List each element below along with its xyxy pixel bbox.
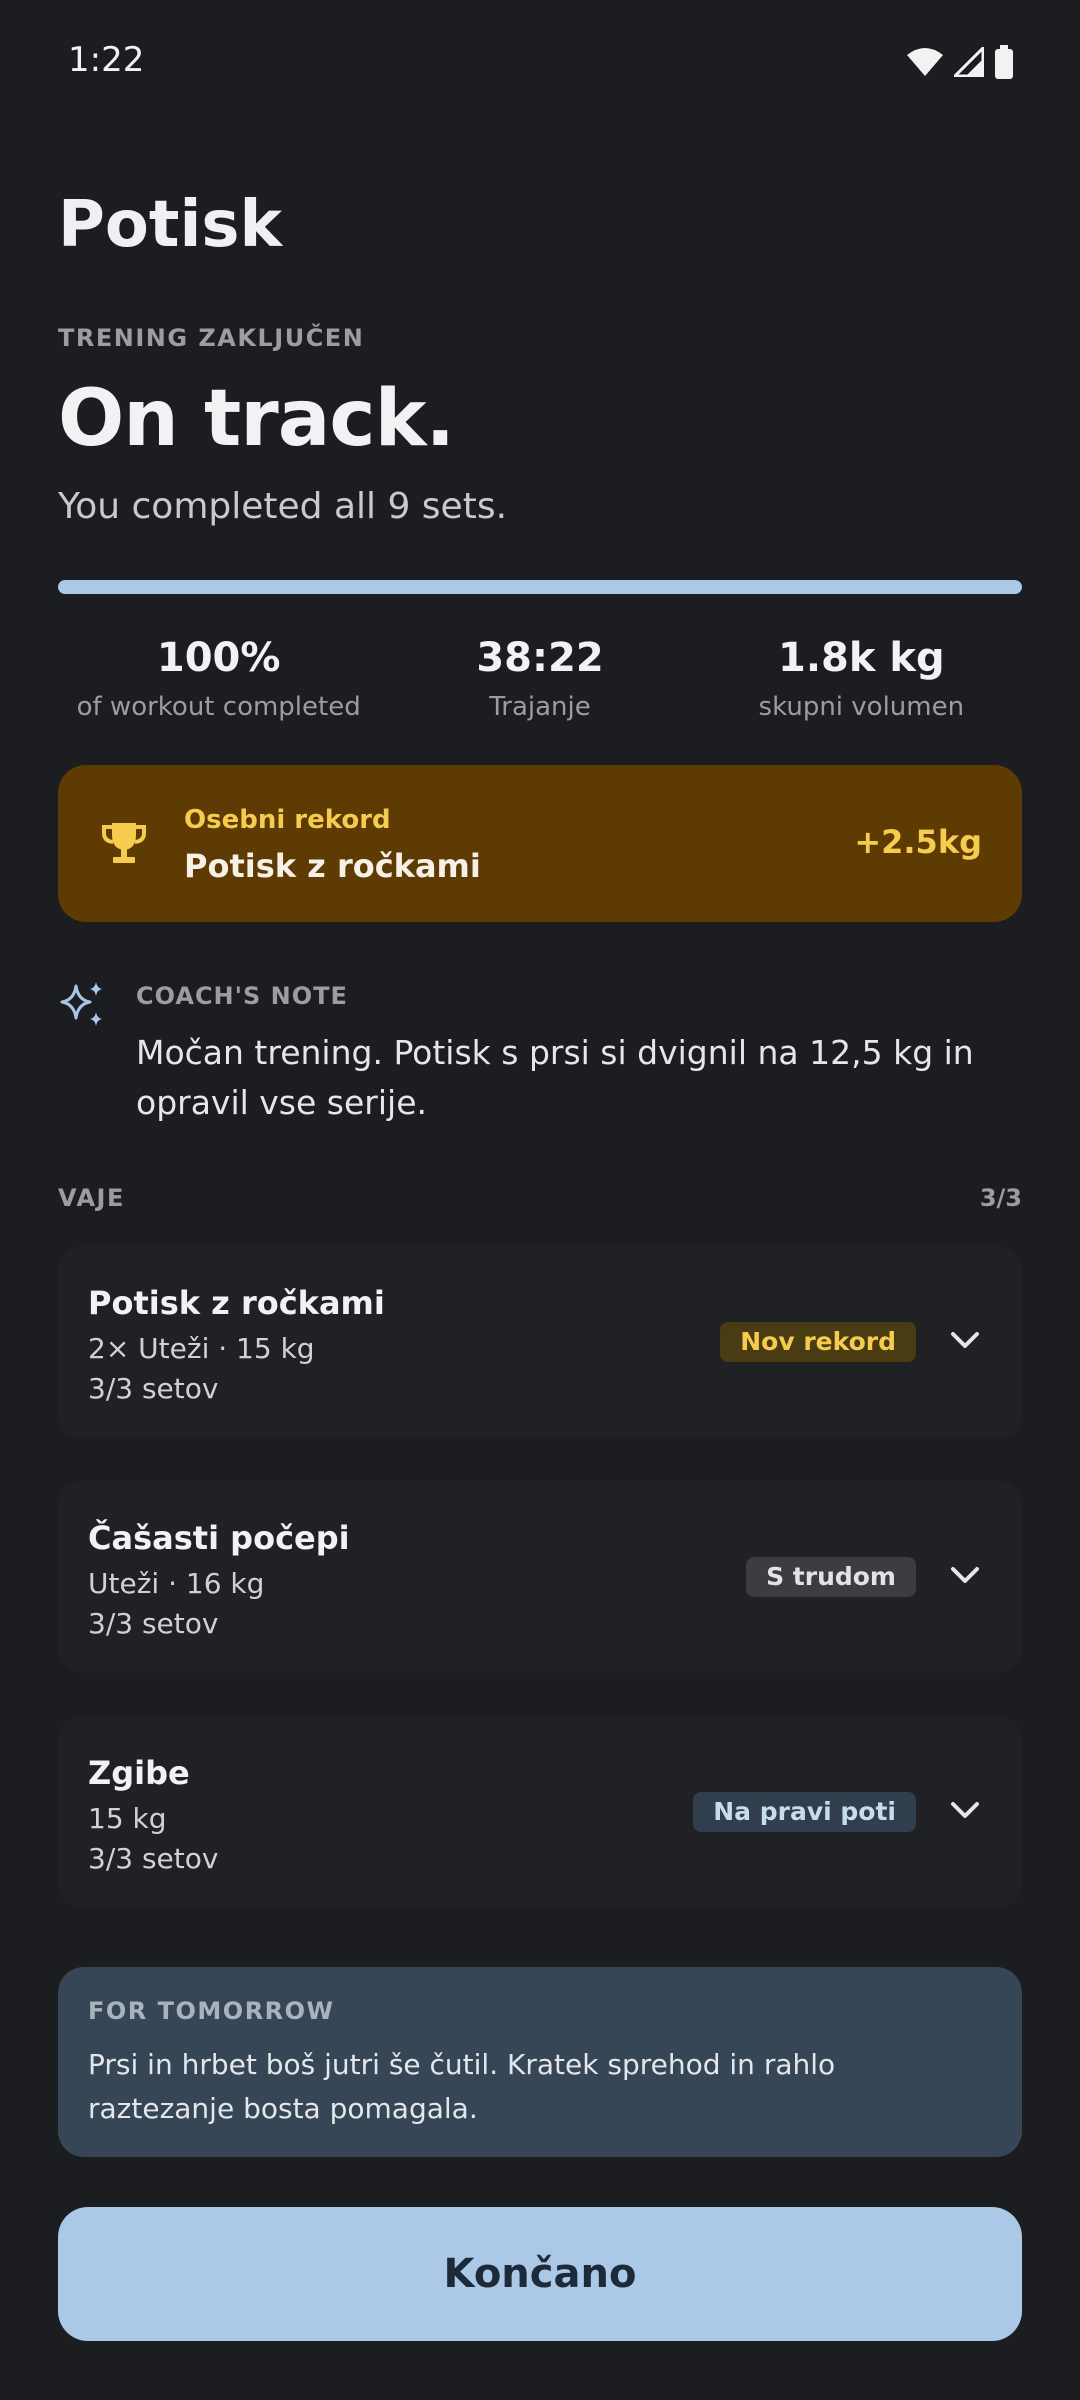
sparkle-icon <box>58 980 108 1034</box>
workout-status-label: TRENING ZAKLJUČEN <box>58 324 365 352</box>
exercise-detail: 15 kg <box>88 1802 167 1835</box>
tomorrow-label: FOR TOMORROW <box>88 1997 335 2025</box>
workout-progress-bar <box>58 580 1022 594</box>
headline: On track. <box>58 374 455 464</box>
exercise-sets: 3/3 setov <box>88 1372 219 1405</box>
personal-record-card[interactable]: Osebni rekord Potisk z ročkami +2.5kg <box>58 765 1022 922</box>
stat-value: 100% <box>156 635 281 681</box>
stat-label: of workout completed <box>76 692 361 722</box>
record-exercise: Potisk z ročkami <box>184 847 481 885</box>
tomorrow-text: Prsi in hrbet boš jutri še čutil. Kratek… <box>88 2048 836 2125</box>
status-badge: S trudom <box>746 1557 916 1597</box>
battery-icon <box>994 45 1014 79</box>
status-time: 1:22 <box>68 40 145 80</box>
stats-row: 100% of workout completed 38:22 Trajanje… <box>58 630 1022 730</box>
record-delta: +2.5kg <box>854 823 982 861</box>
exercise-card[interactable]: Čašasti počepi Uteži · 16 kg 3/3 setov S… <box>58 1481 1022 1673</box>
exercise-card[interactable]: Potisk z ročkami 2× Uteži · 15 kg 3/3 se… <box>58 1246 1022 1438</box>
chevron-down-icon[interactable] <box>948 1328 982 1356</box>
stat-label: Trajanje <box>489 692 591 722</box>
exercise-detail: 2× Uteži · 15 kg <box>88 1332 315 1365</box>
status-badge: Na pravi poti <box>693 1792 916 1832</box>
completion-summary: You completed all 9 sets. <box>58 486 508 527</box>
exercise-sets: 3/3 setov <box>88 1607 219 1640</box>
stat-value: 1.8k kg <box>778 635 945 681</box>
trophy-icon <box>100 819 148 871</box>
wifi-icon <box>906 47 944 77</box>
exercise-card[interactable]: Zgibe 15 kg 3/3 setov Na pravi poti <box>58 1716 1022 1908</box>
exercise-sets: 3/3 setov <box>88 1842 219 1875</box>
done-button[interactable]: Končano <box>58 2207 1022 2341</box>
stat-duration: 38:22 Trajanje <box>379 630 700 730</box>
stat-volume: 1.8k kg skupni volumen <box>701 630 1022 730</box>
stat-completion: 100% of workout completed <box>58 630 379 730</box>
chevron-down-icon[interactable] <box>948 1563 982 1591</box>
exercise-name: Zgibe <box>88 1754 190 1792</box>
exercise-name: Potisk z ročkami <box>88 1284 385 1322</box>
coach-note-text: Močan trening. Potisk s prsi si dvignil … <box>136 1033 974 1122</box>
tomorrow-card: FOR TOMORROW Prsi in hrbet boš jutri še … <box>58 1967 1022 2157</box>
signal-icon <box>954 47 984 77</box>
coach-note-label: COACH'S NOTE <box>136 982 348 1010</box>
exercise-name: Čašasti počepi <box>88 1519 350 1557</box>
exercises-section-title: VAJE <box>58 1184 125 1212</box>
status-bar: 1:22 <box>0 0 1080 120</box>
page-title: Potisk <box>58 188 283 262</box>
chevron-down-icon[interactable] <box>948 1798 982 1826</box>
exercise-detail: Uteži · 16 kg <box>88 1567 265 1600</box>
status-badge: Nov rekord <box>720 1322 916 1362</box>
status-icons <box>906 44 1014 80</box>
exercises-count: 3/3 <box>979 1184 1022 1212</box>
stat-value: 38:22 <box>476 635 604 681</box>
stat-label: skupni volumen <box>758 692 965 722</box>
record-label: Osebni rekord <box>184 805 391 835</box>
workout-progress-fill <box>58 580 1022 594</box>
